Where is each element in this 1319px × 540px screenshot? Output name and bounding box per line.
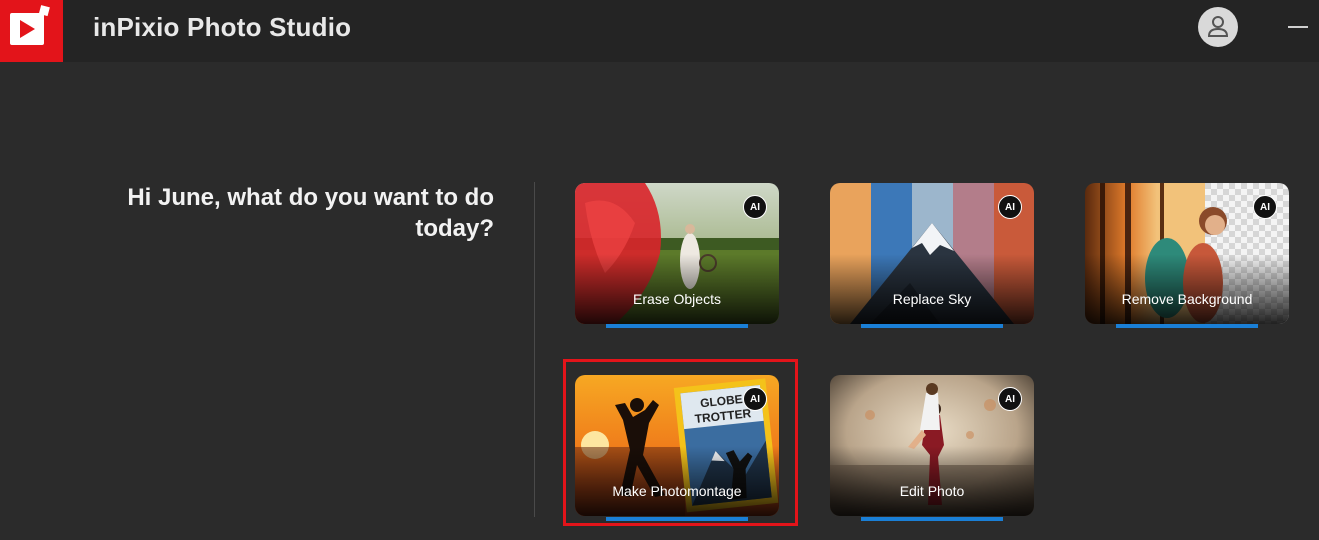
card-make-photomontage[interactable]: GLOBE TROTTER AI Make Photomontage — [575, 375, 779, 516]
card-label: Replace Sky — [892, 291, 972, 307]
card-edit-photo[interactable]: AI Edit Photo — [830, 375, 1034, 516]
card-label: Remove Background — [1121, 291, 1253, 307]
card-label: Make Photomontage — [612, 483, 742, 499]
card-label: Edit Photo — [899, 483, 965, 499]
card-accent-bar — [606, 517, 748, 521]
user-icon — [1207, 16, 1229, 37]
play-logo-icon — [10, 5, 50, 45]
card-accent-bar — [606, 324, 748, 328]
ai-badge: AI — [743, 195, 767, 219]
card-shade — [1085, 254, 1289, 324]
user-account-button[interactable] — [1198, 7, 1238, 47]
app-title: inPixio Photo Studio — [93, 12, 352, 42]
app-logo — [0, 0, 63, 62]
card-shade — [830, 446, 1034, 516]
card-accent-bar — [1116, 324, 1258, 328]
ai-badge: AI — [998, 195, 1022, 219]
card-shade — [830, 254, 1034, 324]
greeting-line-1: Hi June, what do you want to do — [127, 184, 494, 211]
card-shade — [575, 446, 779, 516]
ai-badge: AI — [998, 387, 1022, 411]
card-replace-sky[interactable]: AI Replace Sky — [830, 183, 1034, 324]
title-bar: inPixio Photo Studio — [0, 0, 1319, 62]
divider — [534, 182, 535, 517]
card-shade — [575, 254, 779, 324]
ai-badge: AI — [743, 387, 767, 411]
card-label: Erase Objects — [633, 291, 721, 307]
ai-badge: AI — [1253, 195, 1277, 219]
card-accent-bar — [861, 517, 1003, 521]
card-accent-bar — [861, 324, 1003, 328]
greeting-text: Hi June, what do you want to do today? — [100, 182, 494, 244]
greeting-line-2: today? — [415, 215, 494, 242]
card-remove-background[interactable]: AI Remove Background — [1085, 183, 1289, 324]
card-erase-objects[interactable]: AI Erase Objects — [575, 183, 779, 324]
minimize-icon[interactable] — [1288, 26, 1308, 28]
